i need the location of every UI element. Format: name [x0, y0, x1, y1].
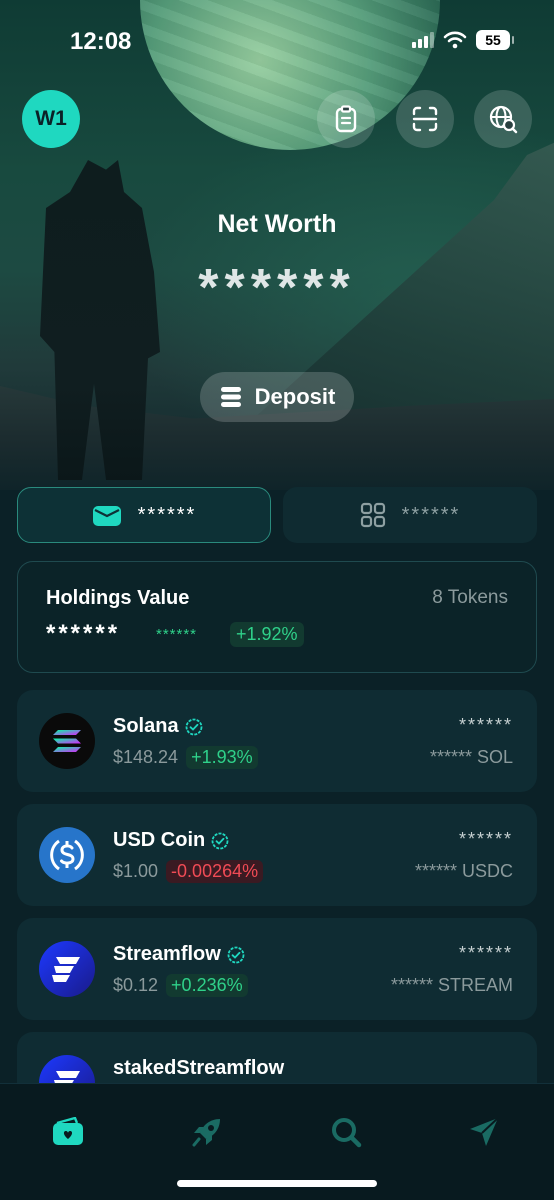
holdings-change: ******	[156, 626, 198, 643]
holdings-pct: +1.92%	[230, 622, 304, 647]
nav-explore[interactable]	[187, 1112, 227, 1152]
tab-tokens-label: ******	[137, 503, 197, 526]
token-price: $1.00 -0.00264%	[113, 860, 264, 883]
scan-icon	[412, 106, 438, 132]
token-name: USD Coin	[113, 829, 229, 852]
signal-icon	[412, 32, 434, 48]
token-amount: ****** STREAM	[390, 975, 513, 995]
token-price-value: $148.24	[113, 747, 179, 767]
token-row-usdc[interactable]: USD Coin $1.00 -0.00264% ****** ****** U…	[17, 804, 537, 906]
token-name: Solana	[113, 715, 203, 738]
search-icon	[332, 1118, 362, 1148]
tab-collectibles-label: ******	[401, 503, 461, 526]
clipboard-icon	[335, 105, 357, 133]
token-amount: ****** USDC	[414, 861, 513, 881]
wallet-icon	[53, 1117, 83, 1145]
token-price-value: $0.12	[113, 975, 159, 995]
holdings-card[interactable]: Holdings Value 8 Tokens ****** ****** +1…	[17, 561, 537, 673]
nav-send[interactable]	[464, 1112, 504, 1152]
token-price: $0.12 +0.236%	[113, 974, 248, 997]
solana-logo-icon	[39, 713, 95, 769]
deposit-icon	[220, 387, 241, 407]
usdc-logo-icon	[39, 827, 95, 883]
nav-wallet[interactable]	[48, 1112, 88, 1152]
globe-search-button[interactable]	[474, 90, 532, 148]
verified-icon	[211, 832, 229, 849]
deposit-button[interactable]: Deposit	[200, 372, 354, 422]
token-price-value: $1.00	[113, 861, 159, 881]
astronaut-cat-illustration	[40, 160, 160, 480]
planet-illustration	[140, 0, 440, 150]
net-worth-title: Net Worth	[217, 210, 337, 238]
verified-icon	[227, 946, 245, 963]
token-pct-change: +1.93%	[186, 746, 258, 769]
status-icons: 55	[412, 30, 514, 50]
send-icon	[470, 1117, 499, 1146]
globe-search-icon	[489, 105, 518, 134]
token-balance-value: ******	[458, 943, 513, 963]
token-row-streamflow[interactable]: Streamflow $0.12 +0.236% ****** ****** S…	[17, 918, 537, 1020]
wallet-avatar[interactable]: W1	[22, 90, 80, 148]
token-name-text: USD Coin	[113, 829, 206, 851]
token-row-solana[interactable]: Solana $148.24 +1.93% ****** ****** SOL	[17, 690, 537, 792]
token-name: Streamflow	[113, 943, 245, 966]
token-name-text: Solana	[113, 715, 179, 737]
status-time: 12:08	[70, 28, 132, 55]
token-name-text: Streamflow	[113, 943, 221, 965]
wifi-icon	[443, 31, 467, 49]
wallet-icon	[92, 506, 121, 526]
token-pct-change: +0.236%	[166, 974, 248, 997]
token-balance-value: ******	[458, 829, 513, 849]
verified-icon	[185, 718, 202, 735]
deposit-label: Deposit	[254, 384, 336, 409]
token-amount: ****** SOL	[429, 747, 513, 767]
clipboard-button[interactable]	[317, 90, 375, 148]
net-worth-value[interactable]: ******	[0, 258, 554, 318]
rocket-icon	[192, 1119, 220, 1147]
token-pct-change: -0.00264%	[166, 860, 264, 883]
token-balance-value: ******	[458, 715, 513, 735]
battery-icon: 55	[476, 30, 514, 50]
token-price: $148.24 +1.93%	[113, 746, 258, 769]
token-name: stakedStreamflow	[113, 1057, 284, 1080]
holdings-title: Holdings Value	[46, 587, 190, 609]
tab-collectibles[interactable]: ******	[283, 487, 537, 543]
home-indicator	[177, 1180, 377, 1187]
nav-search[interactable]	[326, 1112, 366, 1152]
token-name-text: stakedStreamflow	[113, 1057, 285, 1079]
holdings-count: 8 Tokens	[432, 587, 508, 608]
holdings-value: ******	[46, 620, 121, 647]
streamflow-logo-icon	[39, 941, 95, 997]
grid-icon	[360, 502, 385, 528]
scan-button[interactable]	[396, 90, 454, 148]
tab-tokens[interactable]: ******	[17, 487, 271, 543]
